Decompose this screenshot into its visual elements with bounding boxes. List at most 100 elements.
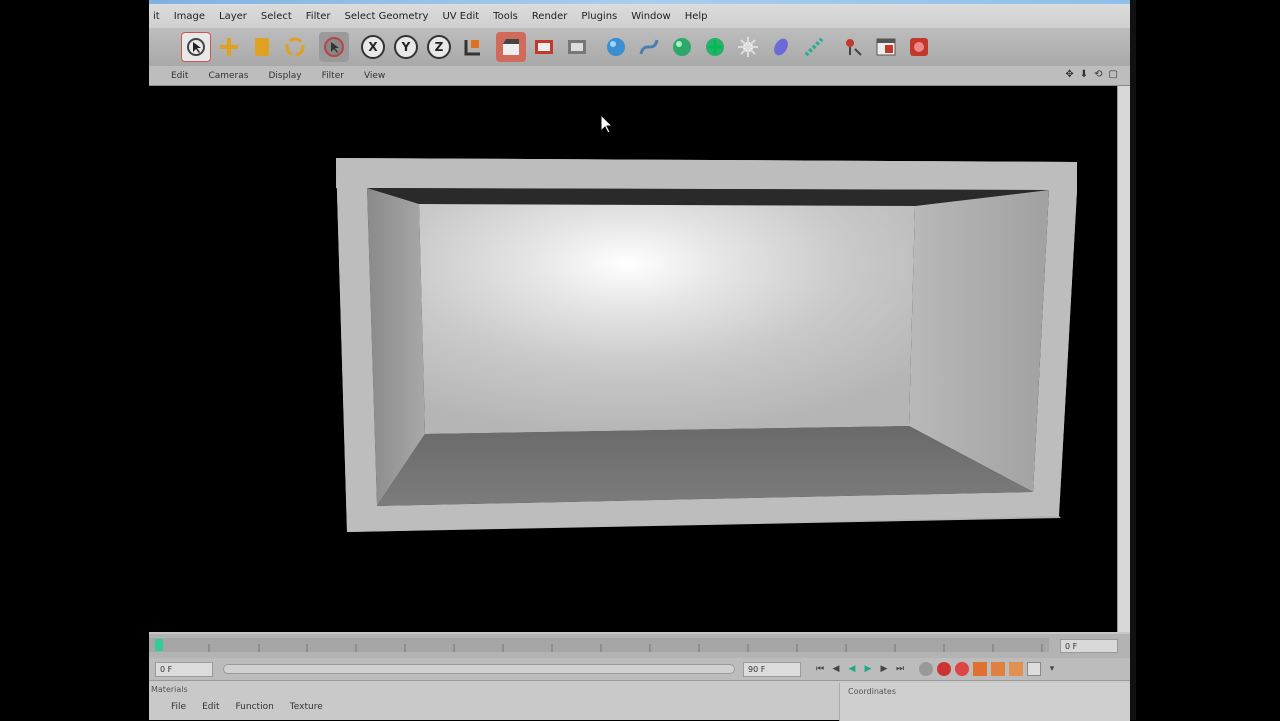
light-icon — [738, 37, 758, 57]
scene-button[interactable] — [733, 32, 763, 62]
next-key-icon[interactable]: ▶ — [877, 662, 891, 676]
menu-item-select[interactable]: Select — [261, 11, 292, 22]
x-axis-lock-button[interactable]: X — [358, 32, 388, 62]
range-slider[interactable] — [223, 664, 735, 674]
menu-item-image[interactable]: Image — [174, 11, 205, 22]
rotate-button[interactable] — [280, 32, 310, 62]
materials-menu-file[interactable]: File — [171, 702, 186, 712]
clapboard-icon — [503, 39, 519, 55]
scale-button[interactable] — [247, 32, 277, 62]
orbit-icon[interactable]: ⟲ — [1094, 69, 1102, 80]
menu-item-uv-edit[interactable]: UV Edit — [442, 11, 479, 22]
key-scale-icon[interactable] — [1009, 662, 1023, 676]
motion-record-icon[interactable] — [919, 662, 933, 676]
viewport-menu-filter[interactable]: Filter — [322, 71, 344, 81]
go-to-start-icon[interactable]: ⏮ — [813, 662, 827, 676]
render-view-button[interactable] — [496, 32, 526, 62]
menu-bar: it Image Layer Select Filter Select Geom… — [149, 4, 1130, 28]
bottom-panels: Materials File Edit Function Texture Coo… — [149, 680, 1130, 721]
record-icon — [910, 38, 928, 56]
y-axis-lock-button[interactable]: Y — [391, 32, 421, 62]
end-frame-field[interactable]: 90 F — [743, 661, 801, 677]
key-buttons: ▾ — [919, 662, 1059, 676]
cursor-icon — [187, 38, 205, 56]
cube-icon — [607, 38, 625, 56]
move-button[interactable] — [214, 32, 244, 62]
outer-scrollbar — [1130, 0, 1136, 720]
render-picture-icon — [535, 40, 553, 54]
menu-item-partial[interactable]: it — [153, 11, 160, 22]
viewport-menu-view[interactable]: View — [364, 71, 385, 81]
x-axis-label: X — [361, 35, 385, 59]
materials-menu-edit[interactable]: Edit — [202, 702, 219, 712]
deformer-button[interactable] — [766, 32, 796, 62]
autokey-icon[interactable] — [955, 662, 969, 676]
modeling-button[interactable] — [700, 32, 730, 62]
viewport-menu-edit[interactable]: Edit — [171, 71, 188, 81]
start-frame-field[interactable]: 0 F — [155, 661, 213, 677]
world-axis-icon — [464, 40, 480, 56]
mouse-cursor-icon — [600, 113, 614, 134]
spline-pen-button[interactable] — [634, 32, 664, 62]
z-axis-label: Z — [427, 35, 451, 59]
deformer-icon — [774, 38, 788, 56]
prev-key-icon[interactable]: ◀ — [829, 662, 843, 676]
key-position-icon[interactable] — [973, 662, 987, 676]
pin-icon — [846, 39, 862, 56]
menu-item-tools[interactable]: Tools — [493, 11, 518, 22]
timeline-ruler[interactable]: 0 F — [149, 634, 1130, 658]
menu-item-help[interactable]: Help — [685, 11, 708, 22]
go-to-end-icon[interactable]: ⏭ — [893, 662, 907, 676]
materials-panel-title: Materials — [151, 685, 188, 694]
3d-viewport[interactable] — [149, 86, 1117, 632]
menu-item-select-geometry[interactable]: Select Geometry — [345, 11, 429, 22]
z-axis-lock-button[interactable]: Z — [424, 32, 454, 62]
menu-item-window[interactable]: Window — [631, 11, 670, 22]
play-forward-icon[interactable]: ▶ — [861, 662, 875, 676]
scale-icon — [255, 38, 269, 56]
maximize-icon[interactable]: ▢ — [1109, 69, 1118, 80]
viewport-nav: ✥ ⬇ ⟲ ▢ — [1065, 69, 1118, 80]
array-icon — [706, 38, 724, 56]
render-settings-button[interactable] — [562, 32, 592, 62]
materials-menu-function[interactable]: Function — [236, 702, 274, 712]
materials-menu: File Edit Function Texture — [171, 702, 323, 712]
live-select-button[interactable] — [181, 32, 211, 62]
transport-buttons: ⏮ ◀ ◀ ▶ ▶ ⏭ — [813, 662, 907, 676]
main-toolbar: X Y Z — [149, 28, 1130, 66]
menu-item-render[interactable]: Render — [532, 11, 568, 22]
environment-icon — [804, 37, 824, 57]
render-picture-viewer-button[interactable] — [529, 32, 559, 62]
menu-item-plugins[interactable]: Plugins — [581, 11, 617, 22]
current-frame-field[interactable]: 0 F — [1060, 639, 1118, 653]
viewport-scrollbar[interactable] — [1117, 86, 1130, 632]
environment-button[interactable] — [799, 32, 829, 62]
layout-button[interactable] — [871, 32, 901, 62]
coordinates-panel-title: Coordinates — [848, 687, 897, 696]
materials-menu-texture[interactable]: Texture — [290, 702, 323, 712]
app-window: it Image Layer Select Filter Select Geom… — [149, 0, 1130, 721]
nurbs-button[interactable] — [667, 32, 697, 62]
box-back-wall — [419, 204, 915, 434]
play-backward-icon[interactable]: ◀ — [845, 662, 859, 676]
rotate-icon — [285, 37, 305, 57]
layout-icon — [876, 38, 896, 56]
record-key-icon[interactable] — [937, 662, 951, 676]
viewport-menu-cameras[interactable]: Cameras — [208, 71, 248, 81]
pan-icon[interactable]: ✥ — [1065, 69, 1073, 80]
cursor-disabled-icon — [324, 37, 344, 57]
key-param-icon[interactable] — [1027, 662, 1041, 676]
viewport-menu-display[interactable]: Display — [268, 71, 301, 81]
render-settings-icon — [568, 40, 586, 54]
dolly-icon[interactable]: ⬇ — [1080, 69, 1088, 80]
key-rotation-icon[interactable] — [991, 662, 1005, 676]
coordinate-system-button[interactable] — [457, 32, 487, 62]
menu-item-filter[interactable]: Filter — [306, 11, 331, 22]
timeline-menu-icon[interactable]: ▾ — [1045, 662, 1059, 676]
coordinates-panel: Coordinates — [839, 683, 1130, 721]
last-tool-button[interactable] — [319, 32, 349, 62]
record-button[interactable] — [904, 32, 934, 62]
cube-primitive-button[interactable] — [601, 32, 631, 62]
menu-item-layer[interactable]: Layer — [219, 11, 247, 22]
camera-button[interactable] — [838, 32, 868, 62]
